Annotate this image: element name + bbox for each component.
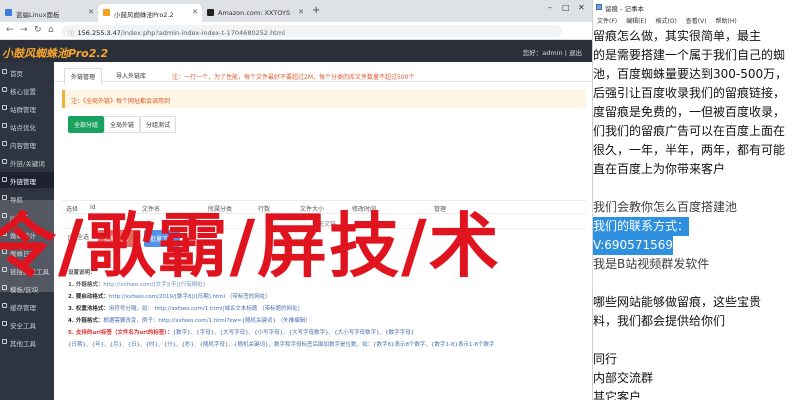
sidebar-item-other-tools[interactable]: 其他工具 xyxy=(0,334,54,350)
desc-line-3: 3. 权重池格式：用符号分隔，如： http://xxfseo.com/1.ht… xyxy=(68,306,304,312)
text-line: 们我们的留痕广告可以在百度上面在 xyxy=(593,124,786,138)
home-icon[interactable]: ⌂ xyxy=(48,25,54,35)
optimize-icon xyxy=(2,123,7,128)
sidebar-item-site-group[interactable]: 站群管理 xyxy=(0,100,54,116)
minimize-icon[interactable]: – xyxy=(548,3,552,12)
sidebar-item-security[interactable]: 安全工具 xyxy=(0,316,54,332)
filter-global-links-button[interactable]: 全局外链 xyxy=(104,116,141,133)
text-line: 其它客户 xyxy=(593,390,642,400)
menu-edit[interactable]: 编辑(E) xyxy=(626,18,646,25)
home-icon xyxy=(2,69,7,74)
list-icon xyxy=(2,177,7,182)
sidebar-item-cache[interactable]: 缓存管理 xyxy=(0,298,54,314)
menu-file[interactable]: 文件(F) xyxy=(597,18,617,25)
text-line: 内部交流群 xyxy=(593,371,654,385)
import-hint: 注：一行一个，为了性能，每个文件最好不要超过2M，每个分类的库文件数量不超过50… xyxy=(172,74,415,81)
sidebar-item-home[interactable]: 首页 xyxy=(0,64,54,80)
maximize-icon[interactable]: □ xyxy=(562,3,570,12)
menu-format[interactable]: 格式(O) xyxy=(655,18,676,25)
filter-all-group-button[interactable]: 全部分组 xyxy=(68,116,105,133)
text-line: 留痕怎么做，其实很简单，最主 xyxy=(593,29,762,43)
text-line: 池，百度蜘蛛量要达到300-500万， xyxy=(593,67,788,81)
back-arrow-icon[interactable]: ← xyxy=(6,25,14,35)
sidebar-item-links-keywords[interactable]: 外链/关键词 xyxy=(0,154,54,170)
spider-favicon-icon xyxy=(103,9,110,16)
window-close-icon[interactable]: ✕ xyxy=(578,3,585,12)
panel-favicon-icon xyxy=(5,9,12,16)
menu-view[interactable]: 查看(V) xyxy=(686,18,707,25)
cache-icon xyxy=(2,303,7,308)
text-line: 料，我们都会提供给你们 xyxy=(593,314,726,328)
text-line: 的是需要搭建一个属于我们自己的蜘 xyxy=(593,48,786,62)
content-icon xyxy=(2,141,7,146)
settings-icon xyxy=(2,87,7,92)
close-tab-icon[interactable]: ✕ xyxy=(298,8,304,16)
user-info[interactable]: 您好：admin | 退出 xyxy=(523,47,582,57)
desc-line-5: 5. 支持的url标签（文件名为url的标签）：{数字}、{字母}、{大写字母}… xyxy=(68,330,415,336)
text-line: 很久，一年，半年，两年，都有可能 xyxy=(593,143,786,157)
browser-tab-amazon[interactable]: Amazon.com: XXTOYS ✕ xyxy=(202,4,308,22)
notice-bar: 注：《全局外链》每个网址都会调用到 xyxy=(62,90,586,108)
desc-line-6: {日期}、{年}、{月}、{日}、{时}、{分}、{秒}、{随机字母}、{随机关… xyxy=(68,342,495,348)
text-line: 直在百度上为你带来客户 xyxy=(593,162,726,176)
info-icon[interactable]: ⓘ xyxy=(68,29,75,37)
notepad-icon xyxy=(596,4,602,10)
sidebar-item-optimize[interactable]: 站点优化 xyxy=(0,118,54,134)
amazon-favicon-icon xyxy=(207,9,214,16)
close-tab-icon[interactable]: ✕ xyxy=(88,8,94,16)
desc-line-4: 4. 外链格式：根据需要改变，例子：http://xxfseo.com/1.ht… xyxy=(68,318,311,324)
sidebar-item-core-settings[interactable]: 核心设置 xyxy=(0,82,54,98)
menu-help[interactable]: 帮助(H) xyxy=(716,18,737,25)
text-line: 后强引让百度收录我们的留痕链接， xyxy=(593,86,786,100)
overlay-banner: 令/歌霸/屏技/术 xyxy=(0,200,800,292)
admin-logo: 小鼓风蜘蛛池Pro2.2 xyxy=(2,47,109,60)
reload-icon[interactable]: ↻ xyxy=(34,25,42,35)
desc-line-2: 2. 要启动格式：http://xxfseo.com/2019/[数字8]/[日… xyxy=(68,294,271,300)
browser-tab-linux-panel[interactable]: 蓝蝠Linux面板 ✕ xyxy=(0,4,98,22)
tools-icon xyxy=(2,339,7,344)
sites-icon xyxy=(2,105,7,110)
new-tab-icon[interactable]: + xyxy=(312,5,320,16)
sidebar-item-content[interactable]: 内容管理 xyxy=(0,136,54,152)
browser-tab-spider-pool[interactable]: 小鼓风蜘蛛池Pro2.2 ✕ xyxy=(98,4,202,22)
sidebar-item-link-manage[interactable]: 外链管理 xyxy=(0,172,54,188)
browser-tab-bar: 蓝蝠Linux面板 ✕ 小鼓风蜘蛛池Pro2.2 ✕ Amazon.com: X… xyxy=(0,0,592,22)
notepad-title-bar: 留痕 - 记事本 xyxy=(593,0,800,14)
admin-header: 小鼓风蜘蛛池Pro2.2 您好：admin | 退出 xyxy=(0,40,592,62)
filter-group-test-button[interactable]: 分组测试 xyxy=(140,116,177,133)
sub-tab-bar: 外链管理 导入外链库 注：一行一个，为了性能，每个文件最好不要超过2M，每个分类… xyxy=(54,64,592,85)
notepad-menu-bar: 文件(F) 编辑(E) 格式(O) 查看(V) 帮助(H) xyxy=(593,14,800,25)
tab-link-manage[interactable]: 外链管理 xyxy=(64,68,103,85)
text-line: 度留痕是免费的，一但被百度收录， xyxy=(593,105,786,119)
shield-icon xyxy=(2,321,7,326)
address-bar: ← → ↻ ⌂ ⓘ 156.255.3.47/index.php?admin-in… xyxy=(0,22,592,40)
close-tab-icon[interactable]: ✕ xyxy=(192,8,198,16)
tab-import-links[interactable]: 导入外链库 xyxy=(110,68,152,83)
text-line: 哪些网站能够做留痕，这些宝贵 xyxy=(593,295,762,309)
text-line: 同行 xyxy=(593,352,618,366)
link-icon xyxy=(2,159,7,164)
forward-arrow-icon[interactable]: → xyxy=(20,25,28,35)
url-field[interactable]: ⓘ 156.255.3.47/index.php?admin-index-inde… xyxy=(62,25,562,37)
